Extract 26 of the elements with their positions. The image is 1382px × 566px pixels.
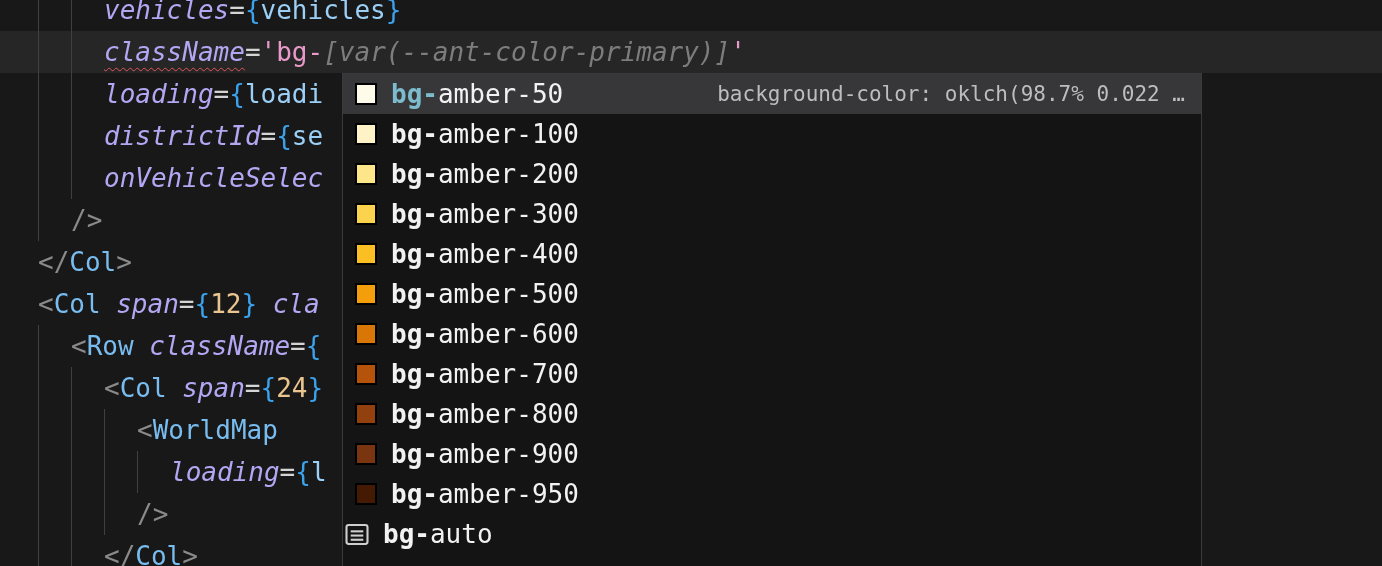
suggestion-item[interactable]: bg-amber-400	[343, 234, 1201, 274]
code-line: loading={loadi	[104, 78, 324, 111]
suggestion-item[interactable]: bg-amber-950	[343, 474, 1201, 514]
code-line: className='bg-[var(--ant-color-primary)]'	[104, 36, 746, 69]
code-line: loading={l	[170, 456, 327, 489]
suggestion-item[interactable]: bg-amber-300	[343, 194, 1201, 234]
suggestion-item[interactable]: bg-amber-100	[343, 114, 1201, 154]
suggestion-item[interactable]: bg-amber-600	[343, 314, 1201, 354]
code-line: <Row className={	[71, 330, 322, 363]
code-line: </Col>	[38, 246, 132, 279]
code-line: onVehicleSelec	[104, 162, 324, 195]
code-line: />	[137, 498, 169, 531]
code-line: <WorldMap	[137, 414, 278, 447]
suggestion-item[interactable]: bg-amber-200	[343, 154, 1201, 194]
code-line: <Col span={12} cla	[38, 288, 320, 321]
code-line: districtId={se	[104, 120, 324, 153]
suggestion-item[interactable]: bg-amber-500	[343, 274, 1201, 314]
suggestion-item[interactable]: bg-auto	[343, 514, 1201, 554]
list-icon	[345, 523, 369, 545]
code-line: <Col span={24}	[104, 372, 324, 405]
suggestion-item[interactable]: bg-amber-700	[343, 354, 1201, 394]
suggestion-item[interactable]: bg-amber-800	[343, 394, 1201, 434]
code-line: />	[71, 204, 103, 237]
suggestion-item[interactable]: bg-amber-50 background-color: oklch(98.7% 0.022 …	[343, 74, 1201, 114]
suggestion-detail: background-color: oklch(98.7% 0.022 …	[717, 82, 1185, 106]
suggestion-item[interactable]: bg-amber-900	[343, 434, 1201, 474]
